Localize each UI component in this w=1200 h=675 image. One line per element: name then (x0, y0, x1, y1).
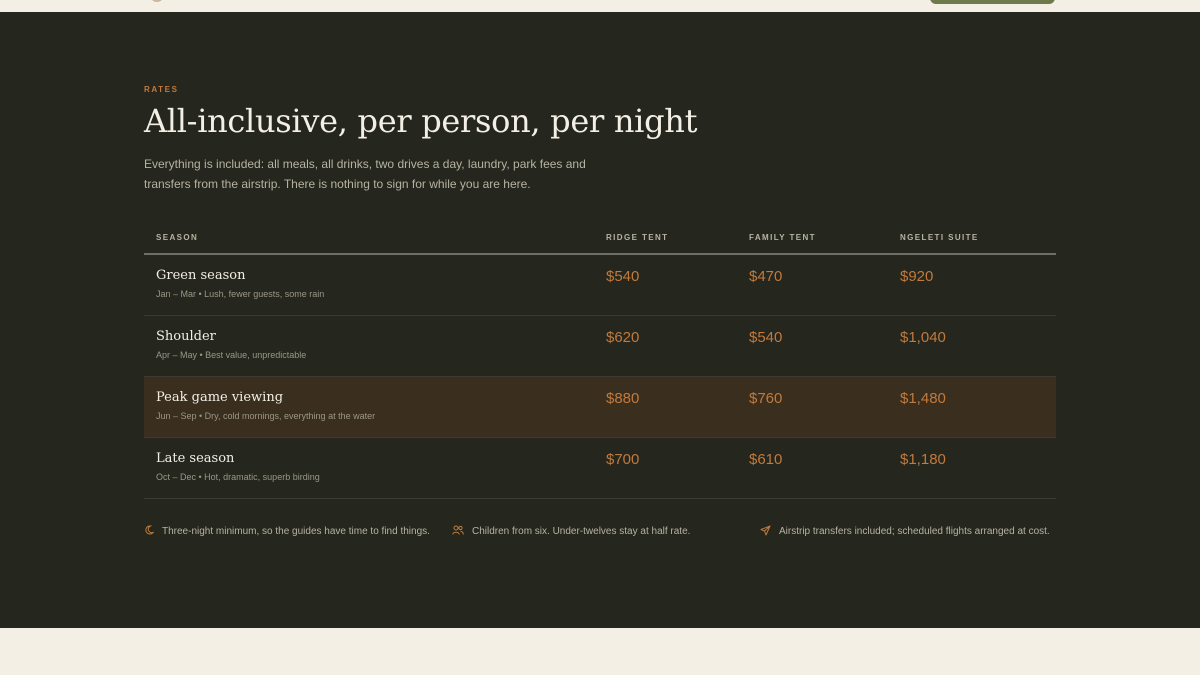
table-row: Shoulder Apr – May • Best value, unpredi… (144, 315, 1056, 377)
suite-price-cell: $920 (888, 254, 1056, 316)
suite-price-cell: $1,180 (888, 437, 1056, 499)
suite-price-cell: $1,480 (888, 376, 1056, 438)
price: $540 (749, 328, 783, 346)
ridge-tent-price-cell: $620 (594, 315, 737, 377)
price: $880 (606, 389, 640, 407)
users-icon (452, 525, 464, 535)
header-ngeleti-suite: NGELETI SUITE (888, 228, 1056, 255)
family-tent-price-cell: $610 (737, 437, 888, 499)
nav-book-button[interactable] (930, 0, 1055, 4)
next-section (0, 628, 1200, 675)
family-tent-price-cell: $760 (737, 376, 888, 438)
season-name: Green season (156, 268, 246, 283)
price: $700 (606, 450, 640, 468)
season-cell: Late season Oct – Dec • Hot, dramatic, s… (144, 437, 594, 499)
top-nav-bar (0, 0, 1200, 12)
section-intro: Everything is included: all meals, all d… (144, 157, 586, 191)
season-name: Shoulder (156, 328, 216, 344)
ridge-tent-price-cell: $540 (594, 254, 737, 316)
logo[interactable] (150, 0, 164, 2)
rates-table: SEASON RIDGE TENT FAMILY TENT NGELETI SU… (144, 228, 1056, 499)
family-tent-price-cell: $540 (737, 315, 888, 377)
price: $470 (749, 268, 783, 285)
rate-notes: Three-night minimum, so the guides have … (144, 524, 1056, 540)
note-text: Three-night minimum, so the guides have … (162, 526, 430, 537)
note-children: Children from six. Under-twelves stay at… (452, 524, 760, 540)
family-tent-price-cell: $470 (737, 254, 888, 316)
section-eyebrow: RATES (144, 85, 179, 94)
season-cell: Shoulder Apr – May • Best value, unpredi… (144, 315, 594, 377)
season-cell: Green season Jan – Mar • Lush, fewer gue… (144, 254, 594, 316)
price: $1,040 (900, 328, 946, 346)
price: $1,480 (900, 389, 946, 407)
note-transfers: Airstrip transfers included; scheduled f… (760, 524, 1056, 540)
ridge-tent-price-cell: $700 (594, 437, 737, 499)
header-family-tent: FAMILY TENT (737, 228, 888, 255)
moon-icon (145, 525, 154, 535)
plane-icon (760, 525, 771, 536)
header-season: SEASON (144, 228, 594, 255)
rates-section: RATES All-inclusive, per person, per nig… (0, 12, 1200, 628)
table-row: Late season Oct – Dec • Hot, dramatic, s… (144, 437, 1056, 499)
note-minimum-stay: Three-night minimum, so the guides have … (144, 524, 452, 540)
season-name: Peak game viewing (156, 389, 284, 405)
season-note: Apr – May • Best value, unpredictable (156, 349, 307, 360)
ridge-tent-price-cell: $880 (594, 376, 737, 438)
season-note: Jun – Sep • Dry, cold mornings, everythi… (156, 410, 376, 421)
season-note: Jan – Mar • Lush, fewer guests, some rai… (156, 289, 325, 299)
section-heading: All-inclusive, per person, per night (144, 102, 698, 140)
price: $610 (749, 450, 783, 468)
season-cell: Peak game viewing Jun – Sep • Dry, cold … (144, 376, 594, 438)
header-ridge-tent: RIDGE TENT (594, 228, 737, 255)
season-name: Late season (156, 450, 235, 466)
table-row: Green season Jan – Mar • Lush, fewer gue… (144, 254, 1056, 316)
price: $760 (749, 389, 783, 407)
note-text: Airstrip transfers included; scheduled f… (779, 526, 1050, 537)
price: $920 (900, 268, 934, 285)
table-row-highlighted: Peak game viewing Jun – Sep • Dry, cold … (144, 376, 1056, 438)
season-note: Oct – Dec • Hot, dramatic, superb birdin… (156, 471, 320, 482)
price: $540 (606, 268, 640, 285)
price: $620 (606, 328, 640, 346)
suite-price-cell: $1,040 (888, 315, 1056, 377)
table-header-row: SEASON RIDGE TENT FAMILY TENT NGELETI SU… (144, 228, 1056, 255)
price: $1,180 (900, 450, 946, 468)
note-text: Children from six. Under-twelves stay at… (472, 526, 691, 537)
